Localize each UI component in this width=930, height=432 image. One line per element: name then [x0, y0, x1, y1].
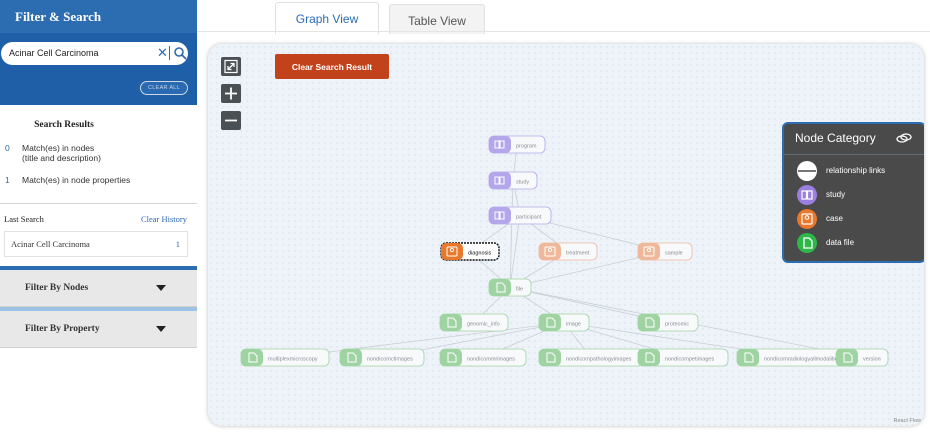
graph-node-nondicompathologyimages[interactable]: nondicompathologyimages [538, 348, 644, 367]
link-icon[interactable] [896, 131, 912, 145]
last-search-text: Acinar Cell Carcinoma [11, 239, 90, 249]
search-divider [169, 46, 170, 60]
react-flow-attribution[interactable]: React Flow [893, 418, 921, 424]
graph-node-sample[interactable]: sample [637, 242, 693, 261]
graph-node-label: study [516, 180, 529, 186]
tab-underline [197, 31, 930, 32]
property-matches-count: 1 [5, 175, 10, 185]
chevron-down-icon [156, 285, 166, 291]
node-category-legend: Node Category relationship links study cas… [782, 122, 924, 263]
legend-item-label: relationship links [826, 166, 886, 175]
property-matches-label: Match(es) in node properties [22, 175, 131, 185]
case-icon [797, 209, 817, 229]
last-search-count: 1 [175, 239, 180, 249]
filter-by-nodes-label: Filter By Nodes [25, 283, 89, 293]
filter-by-property-toggle[interactable]: Filter By Property [0, 311, 197, 348]
graph-node-label: nondicompathologyimages [566, 357, 632, 363]
graph-node-treatment[interactable]: treatment [538, 242, 598, 261]
graph-node-label: file [516, 287, 523, 293]
filter-by-property-label: Filter By Property [25, 324, 100, 334]
graph-node-nondicompetimages[interactable]: nondicompetimages [637, 348, 729, 367]
graph-node-label: proteomic [665, 322, 689, 328]
last-search-label: Last Search [4, 214, 44, 224]
graph-node-image[interactable]: image [538, 313, 590, 332]
graph-node-nondicomctimages[interactable]: nondicomctimages [339, 348, 425, 367]
filter-by-nodes-toggle[interactable]: Filter By Nodes [0, 270, 197, 307]
view-tabs: Graph View Table View [197, 0, 930, 34]
relationship-links-icon [797, 161, 817, 181]
graph-node-nondicommrimages[interactable]: nondicommrimages [439, 348, 527, 367]
graph-node-label: nondicompetimages [665, 357, 714, 363]
graph-node-participant[interactable]: participant [488, 206, 552, 225]
legend-item-label: data file [826, 238, 855, 247]
graph-node-label: diagnosis [468, 251, 491, 257]
legend-divider [784, 154, 924, 155]
graph-node-label: nondicommrimages [467, 357, 515, 363]
graph-node-proteomic[interactable]: proteomic [637, 313, 699, 332]
tab-graph-view[interactable]: Graph View [275, 2, 379, 34]
data-file-icon [797, 233, 817, 253]
node-matches-label: Match(es) in nodes (title and descriptio… [22, 143, 101, 163]
graph-node-diagnosis[interactable]: diagnosis [440, 242, 500, 261]
legend-item-label: case [826, 214, 843, 223]
graph-node-label: image [566, 322, 581, 328]
tab-table-view[interactable]: Table View [389, 4, 485, 34]
last-search-item[interactable]: Acinar Cell Carcinoma 1 [4, 231, 188, 257]
graph-node-study[interactable]: study [488, 171, 538, 190]
search-box: ✕ [1, 42, 188, 65]
graph-node-file[interactable]: file [488, 278, 532, 297]
graph-node-label: genomic_info [467, 322, 500, 328]
graph-node-label: participant [516, 215, 542, 221]
clear-history-link[interactable]: Clear History [141, 214, 187, 224]
graph-node-label: version [863, 357, 881, 363]
sidebar-title: Filter & Search [0, 0, 197, 33]
search-panel: ✕ CLEAR ALL [0, 33, 197, 105]
graph-node-label: program [516, 144, 537, 150]
graph-node-label: treatment [566, 251, 590, 257]
search-icon[interactable] [173, 45, 187, 61]
search-results-title: Search Results [34, 120, 94, 130]
graph-canvas[interactable]: Clear Search Result program study particip… [208, 44, 924, 426]
node-matches-line2: (title and description) [22, 153, 101, 163]
filter-sidebar: Filter & Search ✕ CLEAR ALL Search Resul… [0, 0, 197, 432]
search-input[interactable] [9, 45, 149, 61]
graph-node-label: multiplexmicroscopy [268, 357, 318, 363]
graph-node-genomic_info[interactable]: genomic_info [439, 313, 509, 332]
graph-node-label: sample [665, 251, 683, 257]
graph-node-label: nondicomradiologyallmodalities [764, 357, 841, 363]
clear-search-icon[interactable]: ✕ [157, 44, 168, 62]
graph-node-multiplexmicroscopy[interactable]: multiplexmicroscopy [240, 348, 330, 367]
divider [0, 203, 197, 204]
node-matches-line1: Match(es) in nodes [22, 143, 95, 153]
node-matches-count: 0 [5, 143, 10, 153]
legend-title: Node Category [795, 131, 876, 145]
clear-all-button[interactable]: CLEAR ALL [140, 81, 188, 95]
graph-node-label: nondicomctimages [367, 357, 413, 363]
graph-node-program[interactable]: program [488, 135, 546, 154]
graph-node-version[interactable]: version [835, 348, 889, 367]
chevron-down-icon [156, 326, 166, 332]
legend-item-label: study [826, 190, 846, 199]
study-icon [797, 185, 817, 205]
